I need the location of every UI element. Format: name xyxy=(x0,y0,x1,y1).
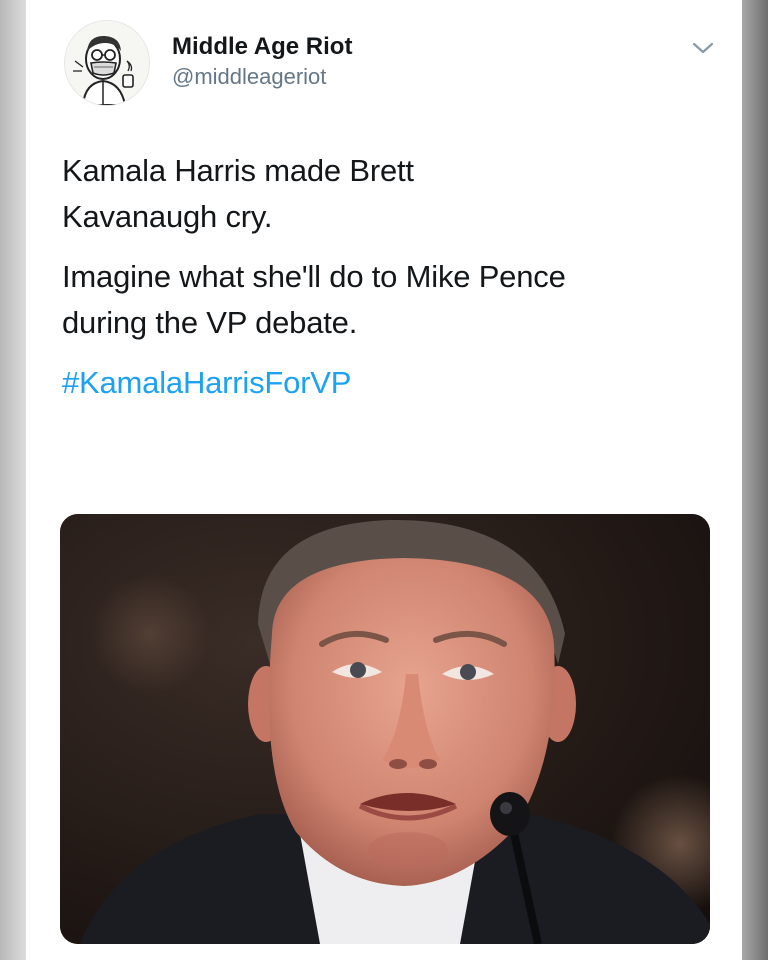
tweet-text: Kamala Harris made Brett Kavanaugh cry. … xyxy=(62,148,722,406)
author-display-name[interactable]: Middle Age Riot xyxy=(172,32,352,62)
author-handle[interactable]: @middleageriot xyxy=(172,62,352,92)
tweet-card[interactable]: Middle Age Riot @middleageriot Kamala Ha… xyxy=(26,0,742,960)
tweet-menu-button[interactable] xyxy=(688,36,718,60)
tweet-paragraph-2: Imagine what she'll do to Mike Pence dur… xyxy=(62,259,566,340)
tweet-media-photo[interactable] xyxy=(60,514,710,944)
author-names: Middle Age Riot @middleageriot xyxy=(172,32,352,92)
screen-edge-left xyxy=(0,0,26,960)
avatar[interactable] xyxy=(64,20,150,106)
tweet-header: Middle Age Riot @middleageriot xyxy=(58,14,718,114)
screen-edge-right xyxy=(742,0,768,960)
cartoon-face-avatar-icon xyxy=(65,21,149,105)
hashtag-link[interactable]: #KamalaHarrisForVP xyxy=(62,360,351,406)
chevron-down-icon xyxy=(692,42,714,54)
tweet-paragraph-1: Kamala Harris made Brett Kavanaugh cry. xyxy=(62,153,414,234)
photo-of-man-crying-icon xyxy=(60,514,710,944)
